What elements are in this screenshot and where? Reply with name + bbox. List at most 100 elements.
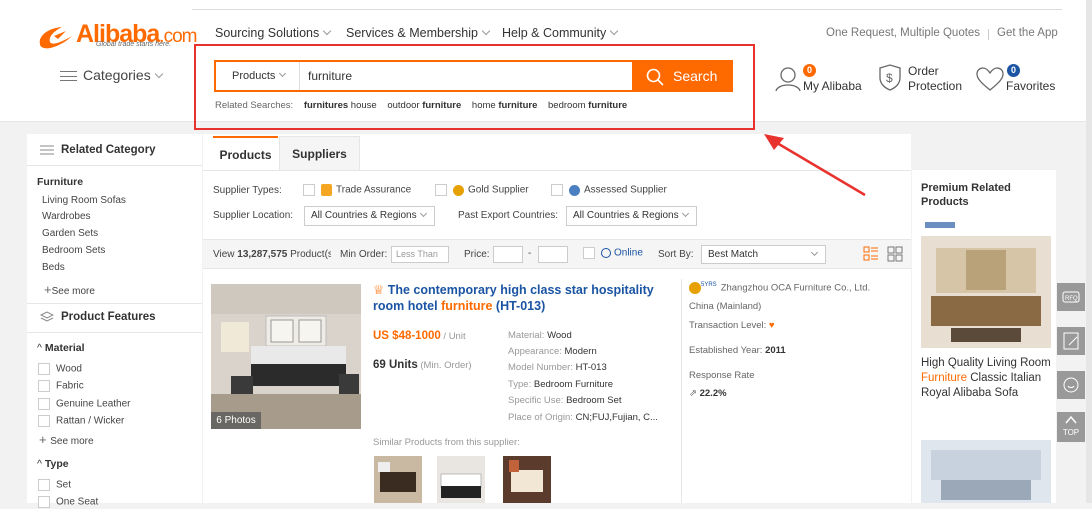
material-option[interactable]: Genuine Leather bbox=[38, 398, 131, 411]
grid-view-icon[interactable] bbox=[887, 246, 903, 262]
checkbox[interactable] bbox=[435, 184, 447, 196]
product-photo[interactable] bbox=[211, 284, 361, 429]
category-furniture[interactable]: Furniture bbox=[37, 176, 83, 188]
premium-related-products: Premium Related Products High Quality Li… bbox=[912, 170, 1056, 503]
spec-row: Model Number: HT-013 bbox=[508, 362, 607, 373]
min-order-input[interactable]: Less Than bbox=[391, 246, 449, 263]
online-icon bbox=[601, 248, 611, 258]
past-export-select[interactable]: All Countries & Regions bbox=[566, 206, 697, 226]
heart-icon[interactable] bbox=[975, 66, 1005, 92]
premium-product-image[interactable] bbox=[921, 218, 1051, 348]
divider bbox=[27, 165, 202, 166]
tab-suppliers[interactable]: Suppliers bbox=[279, 136, 360, 170]
spec-row: Specific Use: Bedroom Set bbox=[508, 395, 622, 406]
online-filter[interactable]: Online bbox=[583, 247, 643, 259]
type-option[interactable]: One Seat bbox=[38, 496, 98, 509]
bedroom-photo bbox=[211, 284, 361, 429]
price-max-input[interactable] bbox=[538, 246, 568, 263]
annotation-arrow bbox=[764, 134, 866, 197]
similar-product-thumb[interactable] bbox=[437, 456, 485, 503]
nav-sourcing-solutions[interactable]: Sourcing Solutions bbox=[215, 26, 332, 40]
spec-row: Place of Origin: CN;FUJ,Fujian, C... bbox=[508, 412, 658, 423]
scrollbar[interactable] bbox=[1086, 0, 1092, 503]
alibaba-logo[interactable]: Alibaba.com Global trade starts here. bbox=[36, 20, 197, 52]
min-order-label: Min Order: bbox=[340, 249, 388, 260]
order-protection-line1[interactable]: Order bbox=[908, 65, 939, 78]
chat-float-button[interactable] bbox=[1057, 371, 1085, 399]
checkbox[interactable] bbox=[38, 398, 50, 410]
sofa-image bbox=[921, 218, 1051, 348]
response-rate-label: Response Rate bbox=[689, 370, 755, 381]
rfq-float-button[interactable]: RFQ bbox=[1057, 283, 1085, 311]
chevron-down-icon bbox=[419, 209, 428, 218]
similar-product-thumb[interactable] bbox=[374, 456, 422, 503]
material-option[interactable]: Wood bbox=[38, 363, 82, 376]
category-link[interactable]: Bedroom Sets bbox=[42, 245, 105, 256]
thumb-image bbox=[437, 456, 485, 503]
medal-icon bbox=[689, 282, 701, 294]
chevron-down-icon bbox=[322, 26, 332, 36]
price-label: Price: bbox=[464, 249, 490, 260]
material-heading[interactable]: ^ Material bbox=[37, 342, 85, 354]
checkbox[interactable] bbox=[38, 380, 50, 392]
categories-menu[interactable]: Categories bbox=[60, 67, 163, 83]
chevron-down-icon bbox=[154, 69, 163, 79]
order-protection-line2[interactable]: Protection bbox=[908, 80, 962, 93]
chevron-down-icon bbox=[810, 248, 819, 257]
type-option[interactable]: Set bbox=[38, 479, 71, 492]
gold-supplier-filter[interactable]: Gold Supplier bbox=[435, 184, 529, 196]
plus-icon: + bbox=[39, 432, 51, 447]
premium-product-image[interactable] bbox=[921, 440, 1051, 503]
supplier-location-select[interactable]: All Countries & Regions bbox=[304, 206, 435, 226]
chat-icon bbox=[1063, 377, 1079, 393]
product-title[interactable]: ♕ The contemporary high class star hospi… bbox=[373, 282, 673, 314]
checkbox[interactable] bbox=[38, 363, 50, 375]
back-to-top-button[interactable]: TOP bbox=[1057, 412, 1085, 442]
arrow-up-icon bbox=[1065, 415, 1077, 424]
feedback-float-button[interactable] bbox=[1057, 327, 1085, 355]
spec-row: Type: Bedroom Furniture bbox=[508, 379, 614, 390]
related-category-heading: Related Category bbox=[61, 144, 156, 156]
product-features-heading: Product Features bbox=[61, 311, 156, 323]
user-icon[interactable] bbox=[774, 66, 802, 92]
category-link[interactable]: Garden Sets bbox=[42, 228, 98, 239]
nav-help-community[interactable]: Help & Community bbox=[502, 26, 619, 40]
nav-services-membership[interactable]: Services & Membership bbox=[346, 26, 491, 40]
category-link[interactable]: Living Room Sofas bbox=[42, 195, 126, 206]
checkbox[interactable] bbox=[38, 415, 50, 427]
material-option[interactable]: Rattan / Wicker bbox=[38, 415, 124, 428]
tab-products[interactable]: Products bbox=[213, 136, 278, 170]
divider bbox=[27, 332, 202, 333]
svg-text:RFQ: RFQ bbox=[1065, 296, 1078, 302]
type-heading[interactable]: ^ Type bbox=[37, 458, 69, 470]
similar-product-thumb[interactable] bbox=[503, 456, 551, 503]
photos-count[interactable]: 6 Photos bbox=[211, 412, 261, 429]
price-min-input[interactable] bbox=[493, 246, 523, 263]
assessed-supplier-filter[interactable]: Assessed Supplier bbox=[551, 184, 667, 196]
checkbox[interactable] bbox=[38, 479, 50, 491]
thumb-image bbox=[374, 456, 422, 503]
list-view-icon[interactable] bbox=[863, 246, 879, 262]
checkbox[interactable] bbox=[303, 184, 315, 196]
premium-product-caption[interactable]: High Quality Living Room Furniture Class… bbox=[921, 356, 1056, 401]
favorites-link[interactable]: Favorites bbox=[1006, 80, 1055, 93]
my-alibaba-link[interactable]: My Alibaba bbox=[803, 80, 862, 93]
one-request-link[interactable]: One Request, Multiple Quotes bbox=[826, 27, 980, 39]
sort-by-select[interactable]: Best Match bbox=[701, 245, 826, 264]
svg-text:$: $ bbox=[886, 71, 893, 85]
price-dash: - bbox=[528, 248, 532, 259]
checkbox[interactable] bbox=[38, 496, 50, 508]
category-link[interactable]: Wardrobes bbox=[42, 211, 91, 222]
material-see-more[interactable]: + See more bbox=[39, 432, 94, 447]
chevron-up-icon: ^ bbox=[37, 458, 45, 470]
checkbox[interactable] bbox=[583, 247, 595, 259]
see-more-link[interactable]: +See more bbox=[44, 282, 95, 297]
material-option[interactable]: Fabric bbox=[38, 380, 84, 393]
sort-bar: View 13,287,575 Product(s Min Order: Les… bbox=[203, 239, 911, 269]
category-link[interactable]: Beds bbox=[42, 262, 65, 273]
shield-dollar-icon[interactable]: $ bbox=[876, 63, 904, 91]
checkbox[interactable] bbox=[551, 184, 563, 196]
trade-assurance-filter[interactable]: Trade Assurance bbox=[303, 184, 411, 196]
supplier-name[interactable]: 5YRS Zhangzhou OCA Furniture Co., Ltd. bbox=[689, 282, 870, 294]
get-the-app-link[interactable]: Get the App bbox=[997, 27, 1058, 39]
